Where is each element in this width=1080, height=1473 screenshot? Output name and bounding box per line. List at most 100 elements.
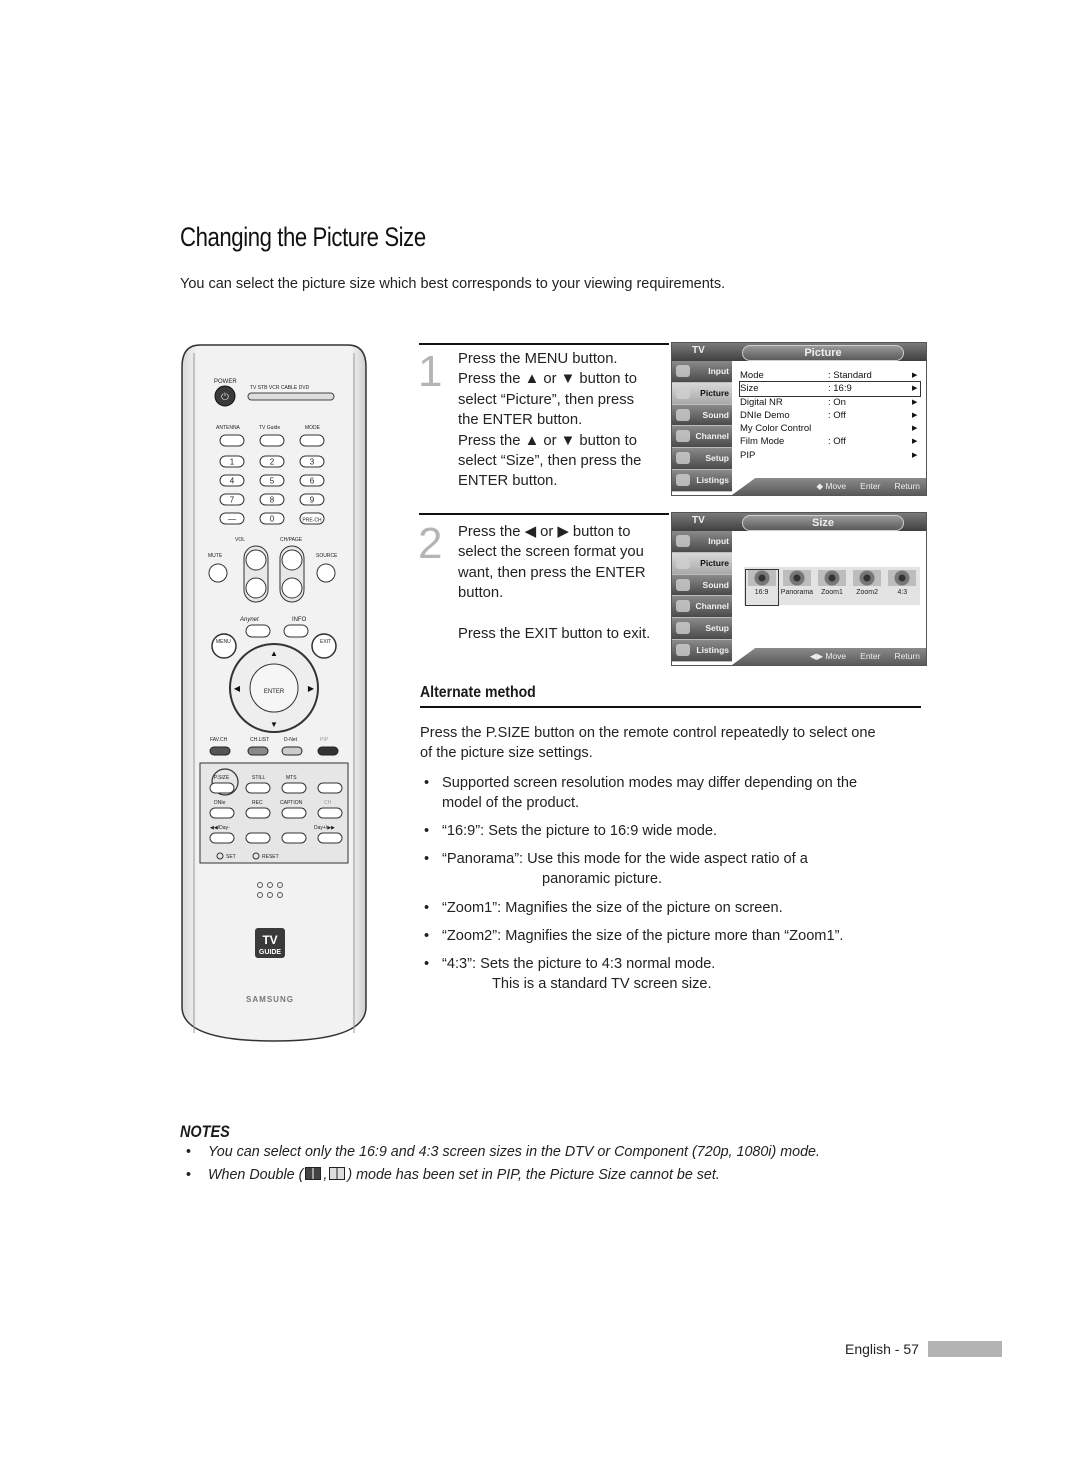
menu-header: Picture bbox=[742, 345, 904, 361]
remote-button bbox=[245, 832, 271, 844]
size-option: Zoom1 bbox=[816, 570, 848, 605]
digit-label: 3 bbox=[310, 458, 315, 467]
enter-label: ENTER bbox=[264, 689, 285, 695]
channel-icon bbox=[676, 430, 690, 443]
intro-text: You can select the picture size which be… bbox=[180, 276, 726, 292]
digit-label: 0 bbox=[270, 515, 275, 524]
remote-button bbox=[209, 782, 235, 794]
digit-label: 4 bbox=[230, 477, 235, 486]
digit-label: 8 bbox=[270, 496, 275, 505]
chlist-label: CH.LIST bbox=[250, 737, 269, 743]
mts-label: MTS bbox=[286, 775, 297, 781]
size-option: 16:9 bbox=[744, 569, 779, 606]
arrow-right-icon: ▶ bbox=[912, 372, 918, 379]
size-option: 4:3 bbox=[886, 570, 918, 605]
tv-menu-row: Film Mode: Off ▶ bbox=[740, 435, 920, 448]
device-mode-labels: TV STB VCR CABLE DVD bbox=[250, 385, 310, 391]
tv-sidebar-item-sound: Sound bbox=[672, 404, 732, 427]
sound-icon bbox=[676, 578, 690, 591]
digit-label: PRE-CH bbox=[302, 518, 322, 524]
tv-menu-row: Mode: Standard ▶ bbox=[740, 369, 920, 382]
digit-label: 6 bbox=[310, 477, 315, 486]
picture-icon bbox=[676, 386, 690, 399]
reset-label: RESET bbox=[262, 854, 279, 860]
caption-label: CAPTION bbox=[280, 800, 303, 806]
remote-button bbox=[317, 782, 343, 794]
flower-thumbnail-icon bbox=[853, 570, 882, 586]
size-option: Zoom2 bbox=[851, 570, 883, 605]
input-icon bbox=[676, 365, 690, 377]
mode-label: MODE bbox=[305, 425, 321, 431]
digit-label: 5 bbox=[270, 477, 275, 486]
dnet-label: D-Net bbox=[284, 737, 298, 743]
tvguide-label: TV Guide bbox=[259, 425, 280, 431]
menu-label: MENU bbox=[216, 639, 231, 645]
notes-heading: NOTES bbox=[180, 1122, 230, 1141]
note-item: • You can select only the 16:9 and 4:3 sc… bbox=[186, 1144, 820, 1160]
power-label: POWER bbox=[214, 379, 237, 385]
remote-button bbox=[245, 807, 271, 819]
right-arrow-icon: ▶ bbox=[308, 684, 315, 693]
flower-thumbnail-icon bbox=[782, 570, 811, 586]
remote-button bbox=[209, 807, 235, 819]
digit-label: 1 bbox=[230, 458, 235, 467]
tv-menu-row: Digital NR: On ▶ bbox=[740, 396, 920, 409]
page-number: English - 57 bbox=[845, 1341, 919, 1357]
day-plus-label: Day+/▶▶ bbox=[314, 825, 335, 831]
arrow-right-icon: ▶ bbox=[912, 398, 918, 406]
pip-double-split-icon bbox=[329, 1167, 346, 1180]
remote-button bbox=[245, 782, 271, 794]
digit-label: 2 bbox=[270, 458, 275, 467]
svg-text:TV: TV bbox=[262, 933, 277, 947]
set-label: SET bbox=[226, 854, 236, 860]
channel-icon bbox=[676, 600, 690, 613]
digit-label: 9 bbox=[310, 496, 315, 505]
footer-bar bbox=[928, 1341, 1002, 1357]
remote-button bbox=[281, 807, 307, 819]
tv-sidebar-item-channel: Channel bbox=[672, 596, 732, 619]
antenna-label: ANTENNA bbox=[216, 425, 241, 431]
svg-text:GUIDE: GUIDE bbox=[259, 949, 282, 956]
alternate-body: Press the P.SIZE button on the remote co… bbox=[420, 725, 876, 762]
tv-sidebar-item-sound: Sound bbox=[672, 574, 732, 597]
arrow-right-icon: ▶ bbox=[912, 411, 918, 419]
listings-icon bbox=[676, 643, 690, 656]
ch-label: CH bbox=[324, 800, 332, 806]
remote-button bbox=[317, 807, 343, 819]
tv-sidebar-item-listings: Listings bbox=[672, 469, 732, 492]
flower-thumbnail-icon bbox=[817, 570, 846, 586]
note-item: • When Double (,) mode has been set in PI… bbox=[186, 1167, 720, 1183]
tv-menu-row: My Color Control ▶ bbox=[740, 422, 920, 435]
remote-button bbox=[317, 832, 343, 844]
listings-icon bbox=[676, 473, 690, 486]
tv-menu-picture: TV Picture Input Picture Sound Channel Setup L… bbox=[671, 342, 927, 496]
tv-menu-row: Size: 16:9 ▶ bbox=[739, 381, 921, 397]
tv-menu-row: PIP ▶ bbox=[740, 449, 920, 462]
pip-double-icon bbox=[305, 1167, 322, 1180]
menu-header: Size bbox=[742, 515, 904, 531]
remote-control-illustration: POWER ⏻ TV STB VCR CABLE DVD ANTENNA TV … bbox=[181, 344, 367, 1042]
step1-number: 1 bbox=[418, 347, 443, 396]
setup-icon bbox=[676, 452, 690, 465]
digit-label: 7 bbox=[230, 496, 235, 505]
up-arrow-icon: ▲ bbox=[270, 649, 278, 658]
exit-label: EXIT bbox=[320, 639, 331, 645]
remote-button bbox=[281, 782, 307, 794]
arrow-right-icon: ▶ bbox=[912, 425, 918, 433]
step2-instructions: Press the ◀ or ▶ button to select the scr… bbox=[458, 524, 651, 642]
favch-label: FAV.CH bbox=[210, 737, 228, 743]
info-label: INFO bbox=[292, 617, 307, 623]
vol-label: VOL bbox=[235, 537, 245, 543]
sound-icon bbox=[676, 408, 690, 421]
step1-rule bbox=[419, 343, 669, 345]
dnie-label: DNIe bbox=[214, 800, 226, 806]
power-icon: ⏻ bbox=[221, 392, 229, 403]
step2-number: 2 bbox=[418, 519, 443, 568]
down-arrow-icon: ▼ bbox=[270, 720, 278, 729]
arrow-right-icon: ▶ bbox=[912, 385, 918, 393]
tv-sidebar-item-picture: Picture bbox=[672, 552, 732, 575]
tv-menu-row: DNIe Demo: Off ▶ bbox=[740, 409, 920, 422]
tv-sidebar-item-input: Input bbox=[672, 361, 732, 383]
remote-button bbox=[281, 832, 307, 844]
step2-rule bbox=[419, 513, 669, 515]
